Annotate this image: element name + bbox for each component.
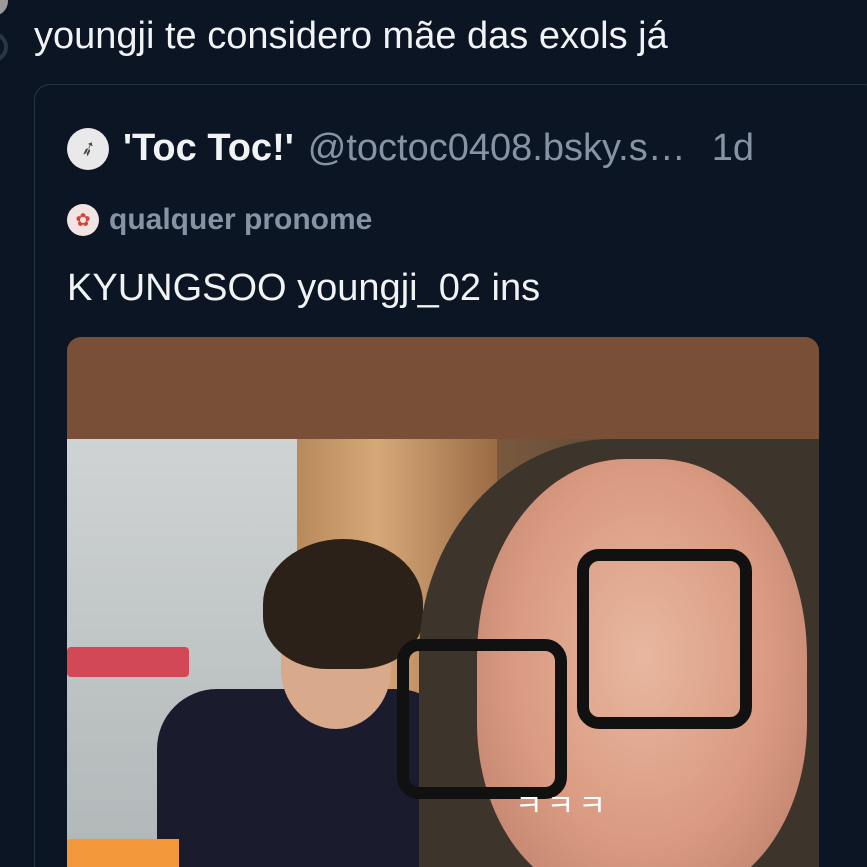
bird-icon: ➶ [76,135,100,163]
image-caption: ㅋㅋㅋ [515,789,610,824]
photo-glasses-right [577,549,752,729]
quote-header: ➶ 'Toc Toc!' @toctoc0408.bsky.s… 1d [67,127,819,170]
pronoun-label: ✿ qualquer pronome [67,203,372,237]
photo-glasses-left [397,639,567,799]
quote-body-text: KYUNGSOO youngji_02 ins [67,267,541,309]
avatar-ring [0,32,8,62]
quote-timestamp[interactable]: 1d [712,127,754,170]
pronoun-label-text: qualquer pronome [109,203,373,236]
feed-page: youngji te considero mãe das exols já ➶ … [0,0,867,867]
quote-image[interactable]: ㅋㅋㅋ [67,337,819,867]
photo: ㅋㅋㅋ [67,439,819,867]
label-icon: ✿ [67,204,99,236]
photo-orange-tray [67,839,179,867]
photo-red-table [67,647,189,677]
quote-author-avatar[interactable]: ➶ [67,127,109,170]
quote-handle[interactable]: @toctoc0408.bsky.s… [308,127,686,170]
quote-post-card[interactable]: ➶ 'Toc Toc!' @toctoc0408.bsky.s… 1d ✿ qu… [34,84,867,867]
avatar [0,0,8,16]
quote-display-name[interactable]: 'Toc Toc!' [123,127,294,170]
author-avatar-partial[interactable] [0,0,8,76]
post-text: youngji te considero mãe das exols já [34,15,668,57]
